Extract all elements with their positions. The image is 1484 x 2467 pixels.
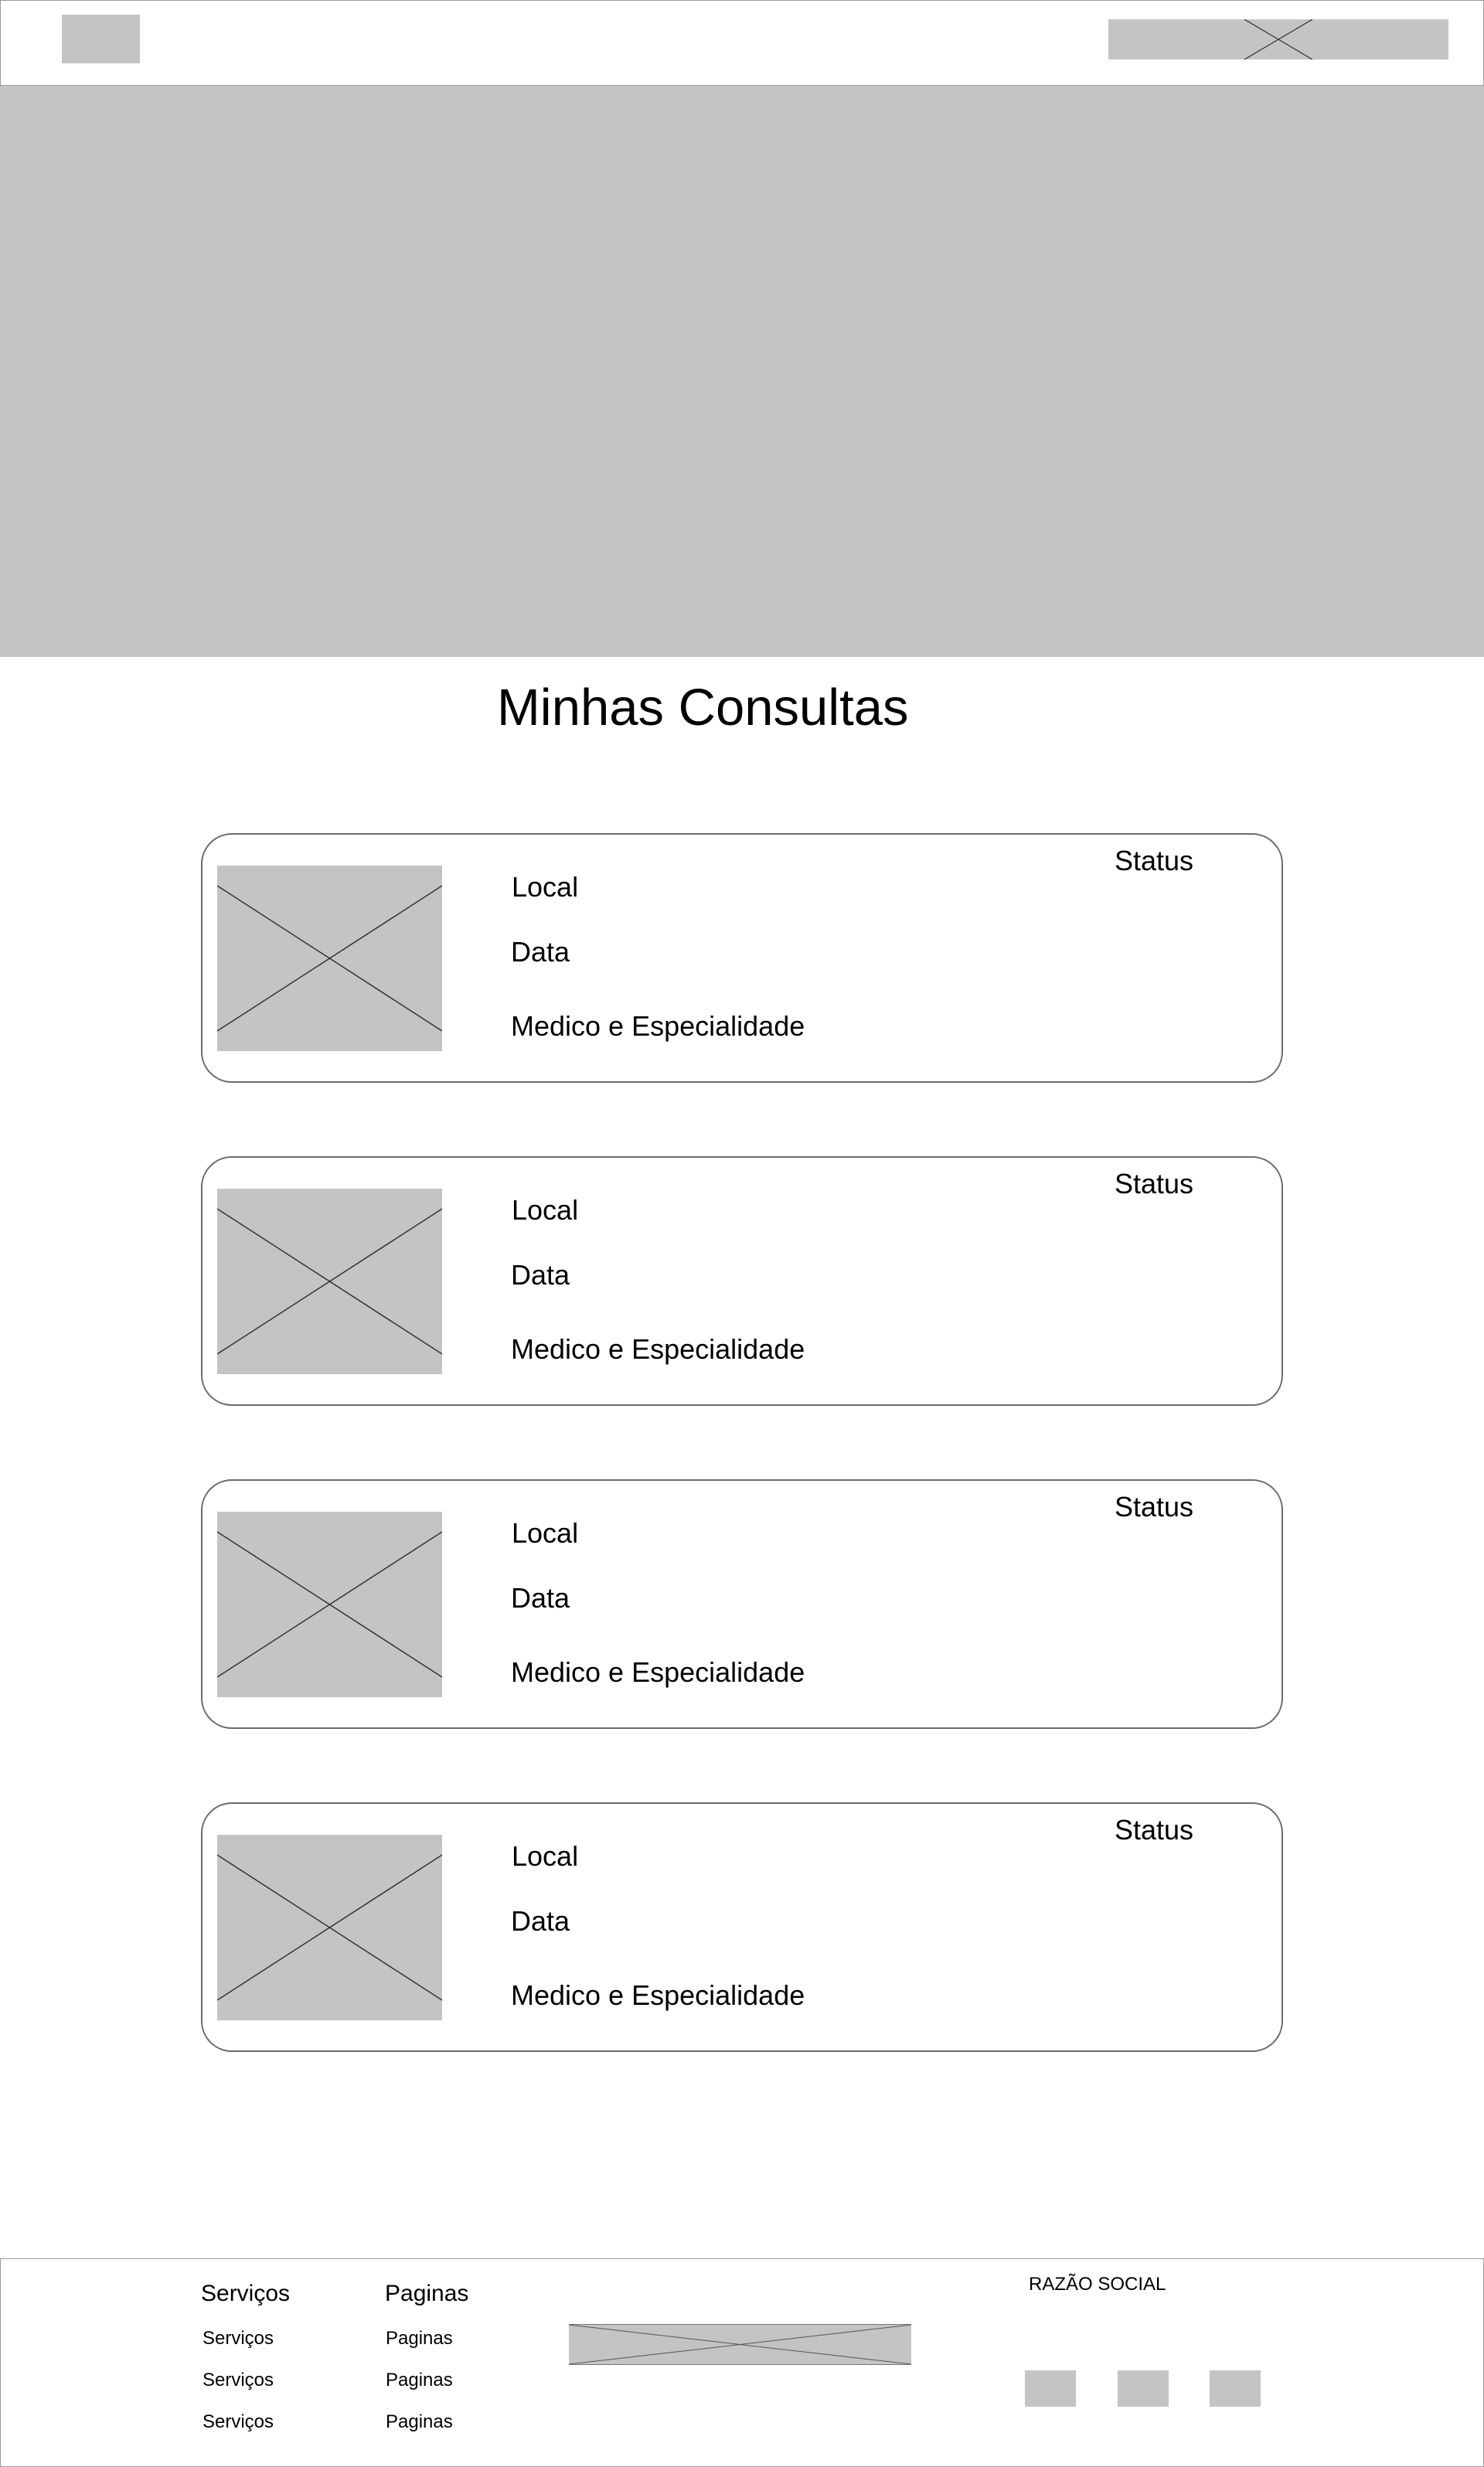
consulta-local: Local	[512, 871, 579, 903]
consulta-data: Data	[511, 1905, 570, 1937]
consulta-status: Status	[1115, 1814, 1194, 1846]
consulta-image-placeholder	[217, 1835, 442, 2020]
consulta-image-placeholder	[217, 866, 442, 1051]
consulta-card[interactable]: Local Data Medico e Especialidade Status	[201, 1479, 1283, 1729]
consulta-data: Data	[511, 936, 570, 968]
consulta-local: Local	[512, 1194, 579, 1226]
consulta-data: Data	[511, 1582, 570, 1614]
logo-placeholder[interactable]	[62, 15, 140, 63]
consulta-local: Local	[512, 1517, 579, 1549]
consulta-medico-especialidade: Medico e Especialidade	[511, 1656, 805, 1688]
site-header	[0, 0, 1484, 86]
footer-link-paginas[interactable]: Paginas	[386, 2411, 453, 2433]
consulta-status: Status	[1115, 845, 1194, 876]
footer-link-servicos[interactable]: Serviços	[203, 2328, 274, 2350]
hero-banner-placeholder	[0, 86, 1484, 657]
footer-link-servicos[interactable]: Serviços	[203, 2370, 274, 2391]
page-title: Minhas Consultas	[497, 679, 909, 737]
header-menu-placeholder[interactable]	[1108, 19, 1448, 60]
consulta-card[interactable]: Local Data Medico e Especialidade Status	[201, 833, 1283, 1083]
consulta-image-placeholder	[217, 1189, 442, 1374]
footer-heading-servicos: Serviços	[201, 2281, 291, 2306]
footer-banner-placeholder	[569, 2324, 911, 2365]
razao-social: RAZÃO SOCIAL	[1029, 2274, 1166, 2295]
consulta-medico-especialidade: Medico e Especialidade	[511, 1979, 805, 2011]
social-icon[interactable]	[1118, 2370, 1169, 2407]
consulta-medico-especialidade: Medico e Especialidade	[511, 1333, 805, 1365]
consulta-status: Status	[1115, 1491, 1194, 1523]
footer-link-servicos[interactable]: Serviços	[203, 2411, 274, 2433]
social-icon[interactable]	[1210, 2370, 1261, 2407]
consulta-card[interactable]: Local Data Medico e Especialidade Status	[201, 1156, 1283, 1406]
image-placeholder-icon	[1244, 19, 1312, 60]
image-placeholder-icon	[217, 1531, 442, 1678]
consulta-status: Status	[1115, 1168, 1194, 1199]
footer-link-paginas[interactable]: Paginas	[386, 2328, 453, 2350]
image-placeholder-icon	[217, 885, 442, 1032]
consulta-data: Data	[511, 1259, 570, 1291]
social-icon[interactable]	[1025, 2370, 1076, 2407]
consulta-image-placeholder	[217, 1512, 442, 1697]
footer-link-paginas[interactable]: Paginas	[386, 2370, 453, 2391]
footer-heading-paginas: Paginas	[385, 2281, 469, 2306]
consulta-card[interactable]: Local Data Medico e Especialidade Status	[201, 1802, 1283, 2052]
image-placeholder-icon	[217, 1208, 442, 1355]
consulta-local: Local	[512, 1840, 579, 1872]
image-placeholder-icon	[569, 2325, 911, 2364]
consulta-medico-especialidade: Medico e Especialidade	[511, 1010, 805, 1042]
image-placeholder-icon	[217, 1854, 442, 2001]
site-footer: Serviços Serviços Serviços Serviços Pagi…	[0, 2258, 1484, 2467]
